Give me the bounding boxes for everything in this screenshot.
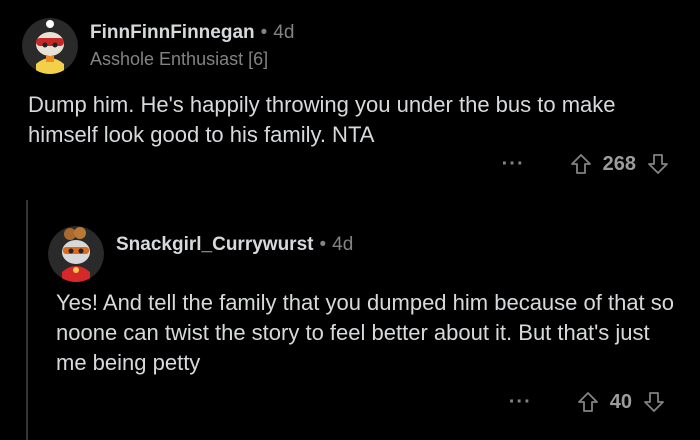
comment: FinnFinnFinnegan • 4d Asshole Enthusiast [… (0, 0, 700, 210)
separator-dot: • (260, 22, 268, 43)
downvote-arrow-icon[interactable] (646, 152, 670, 176)
snoo-avatar-icon (48, 226, 104, 282)
separator-dot: • (319, 234, 327, 255)
comment-age: 4d (332, 234, 354, 255)
avatar[interactable] (48, 226, 104, 282)
comment-actions: ··· 268 (502, 152, 670, 176)
username[interactable]: Snackgirl_Currywurst (116, 234, 313, 255)
comment-body: Yes! And tell the family that you dumped… (56, 290, 675, 375)
user-flair: Asshole Enthusiast [6] (90, 48, 269, 69)
upvote-arrow-icon[interactable] (569, 152, 593, 176)
comment-age: 4d (273, 22, 295, 43)
comment-actions: ··· 40 (509, 390, 666, 414)
reply-comment: Snackgirl_Currywurst • 4d Yes! And tell th… (0, 210, 700, 440)
downvote-arrow-icon[interactable] (642, 390, 666, 414)
comment-header: Snackgirl_Currywurst • 4d (116, 234, 353, 257)
vote-score: 268 (602, 152, 636, 175)
more-options-icon[interactable]: ··· (502, 153, 525, 176)
avatar[interactable] (22, 18, 78, 74)
snoo-avatar-icon (22, 18, 78, 74)
comment-header: FinnFinnFinnegan • 4d Asshole Enthusiast [… (90, 22, 294, 70)
upvote-arrow-icon[interactable] (576, 390, 600, 414)
more-options-icon[interactable]: ··· (509, 391, 532, 414)
vote-score: 40 (609, 390, 632, 413)
username[interactable]: FinnFinnFinnegan (90, 22, 255, 43)
comment-body: Dump him. He's happily throwing you unde… (28, 92, 616, 147)
